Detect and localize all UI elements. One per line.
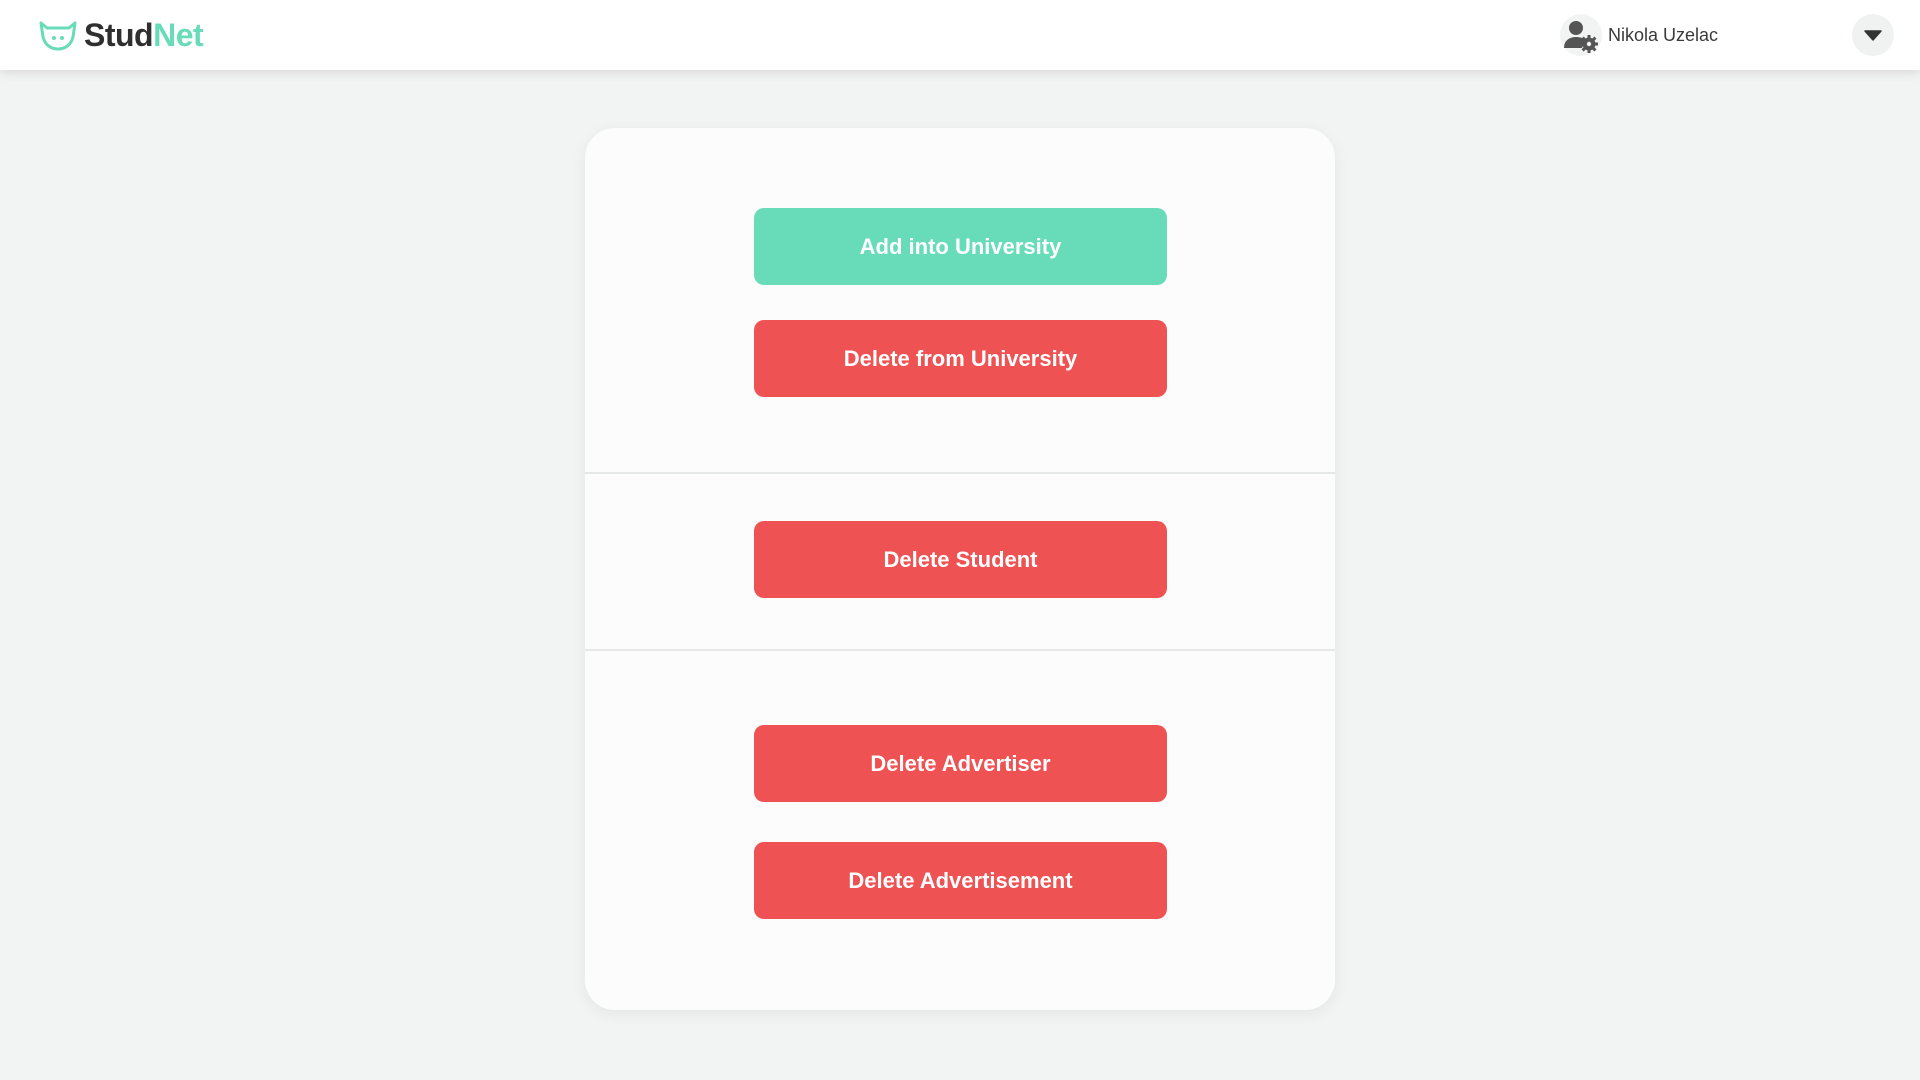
section-divider [585, 472, 1335, 474]
admin-actions-panel: Add into University Delete from Universi… [585, 128, 1335, 1010]
delete-advertisement-button[interactable]: Delete Advertisement [754, 842, 1167, 919]
user-menu-dropdown-button[interactable] [1852, 14, 1894, 56]
logo-text-net: Net [153, 17, 204, 53]
caret-down-icon [1864, 30, 1882, 41]
logo-text: StudNet [84, 16, 204, 54]
delete-student-button[interactable]: Delete Student [754, 521, 1167, 598]
studnet-logo[interactable]: StudNet [38, 16, 204, 54]
section-divider [585, 649, 1335, 651]
delete-from-university-button[interactable]: Delete from University [754, 320, 1167, 397]
delete-advertiser-button[interactable]: Delete Advertiser [754, 725, 1167, 802]
add-into-university-button[interactable]: Add into University [754, 208, 1167, 285]
user-name: Nikola Uzelac [1608, 24, 1719, 45]
logo-cat-icon [39, 21, 77, 51]
top-navbar: StudNet Nikola Uzelac [0, 0, 1920, 70]
user-gear-icon [1560, 14, 1602, 56]
logo-text-stud: Stud [84, 17, 154, 53]
user-profile[interactable]: Nikola Uzelac [1560, 14, 1718, 56]
